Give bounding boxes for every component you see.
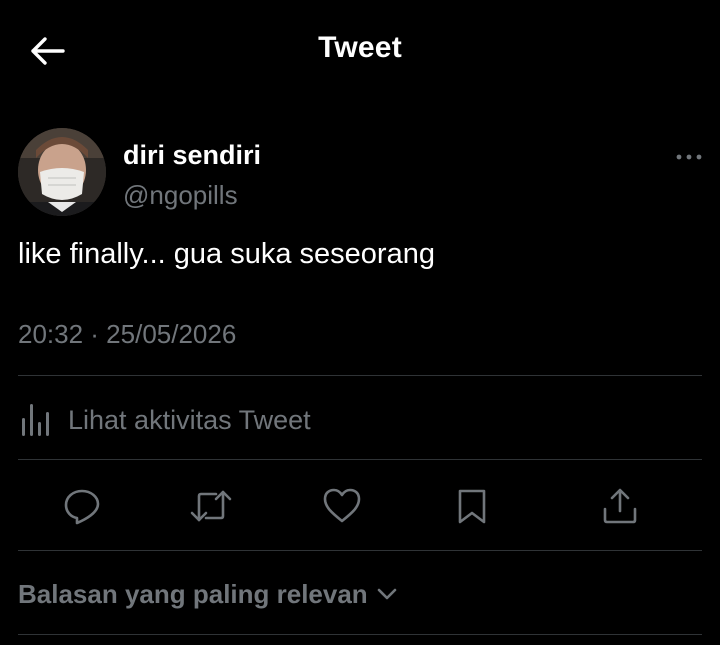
- bookmark-button[interactable]: [450, 484, 494, 528]
- tweet-author: diri sendiri @ngopills: [18, 128, 708, 220]
- like-button[interactable]: [320, 484, 364, 528]
- bookmark-icon: [458, 489, 486, 524]
- divider: [18, 459, 702, 460]
- retweet-icon: [190, 490, 232, 522]
- heart-icon: [323, 488, 361, 523]
- more-options-button[interactable]: [674, 148, 704, 166]
- retweet-button[interactable]: [189, 484, 233, 528]
- share-button[interactable]: [598, 484, 642, 528]
- replies-sort-label: Balasan yang paling relevan: [18, 578, 368, 609]
- chevron-down-icon: [376, 587, 398, 601]
- reply-icon: [64, 489, 100, 525]
- username[interactable]: @ngopills: [123, 180, 238, 211]
- display-name[interactable]: diri sendiri: [123, 140, 261, 171]
- more-horizontal-icon: [676, 154, 702, 160]
- share-icon: [603, 488, 637, 524]
- page-title: Tweet: [318, 31, 402, 64]
- divider: [18, 550, 702, 551]
- replies-sort-dropdown[interactable]: Balasan yang paling relevan: [18, 576, 398, 612]
- bar-chart-icon: [22, 404, 49, 436]
- tweet-action-bar: [0, 462, 720, 550]
- top-bar: Tweet: [0, 0, 720, 100]
- view-tweet-activity-button[interactable]: Lihat aktivitas Tweet: [18, 400, 702, 440]
- avatar[interactable]: [18, 128, 106, 216]
- avatar-photo: [18, 128, 106, 216]
- reply-button[interactable]: [60, 484, 104, 528]
- tweet-text: like finally... gua suka seseorang: [18, 238, 435, 270]
- activity-label: Lihat aktivitas Tweet: [68, 404, 311, 435]
- divider: [18, 634, 702, 635]
- tweet-timestamp: 20:32 · 25/05/2026: [18, 319, 237, 349]
- divider: [18, 375, 702, 376]
